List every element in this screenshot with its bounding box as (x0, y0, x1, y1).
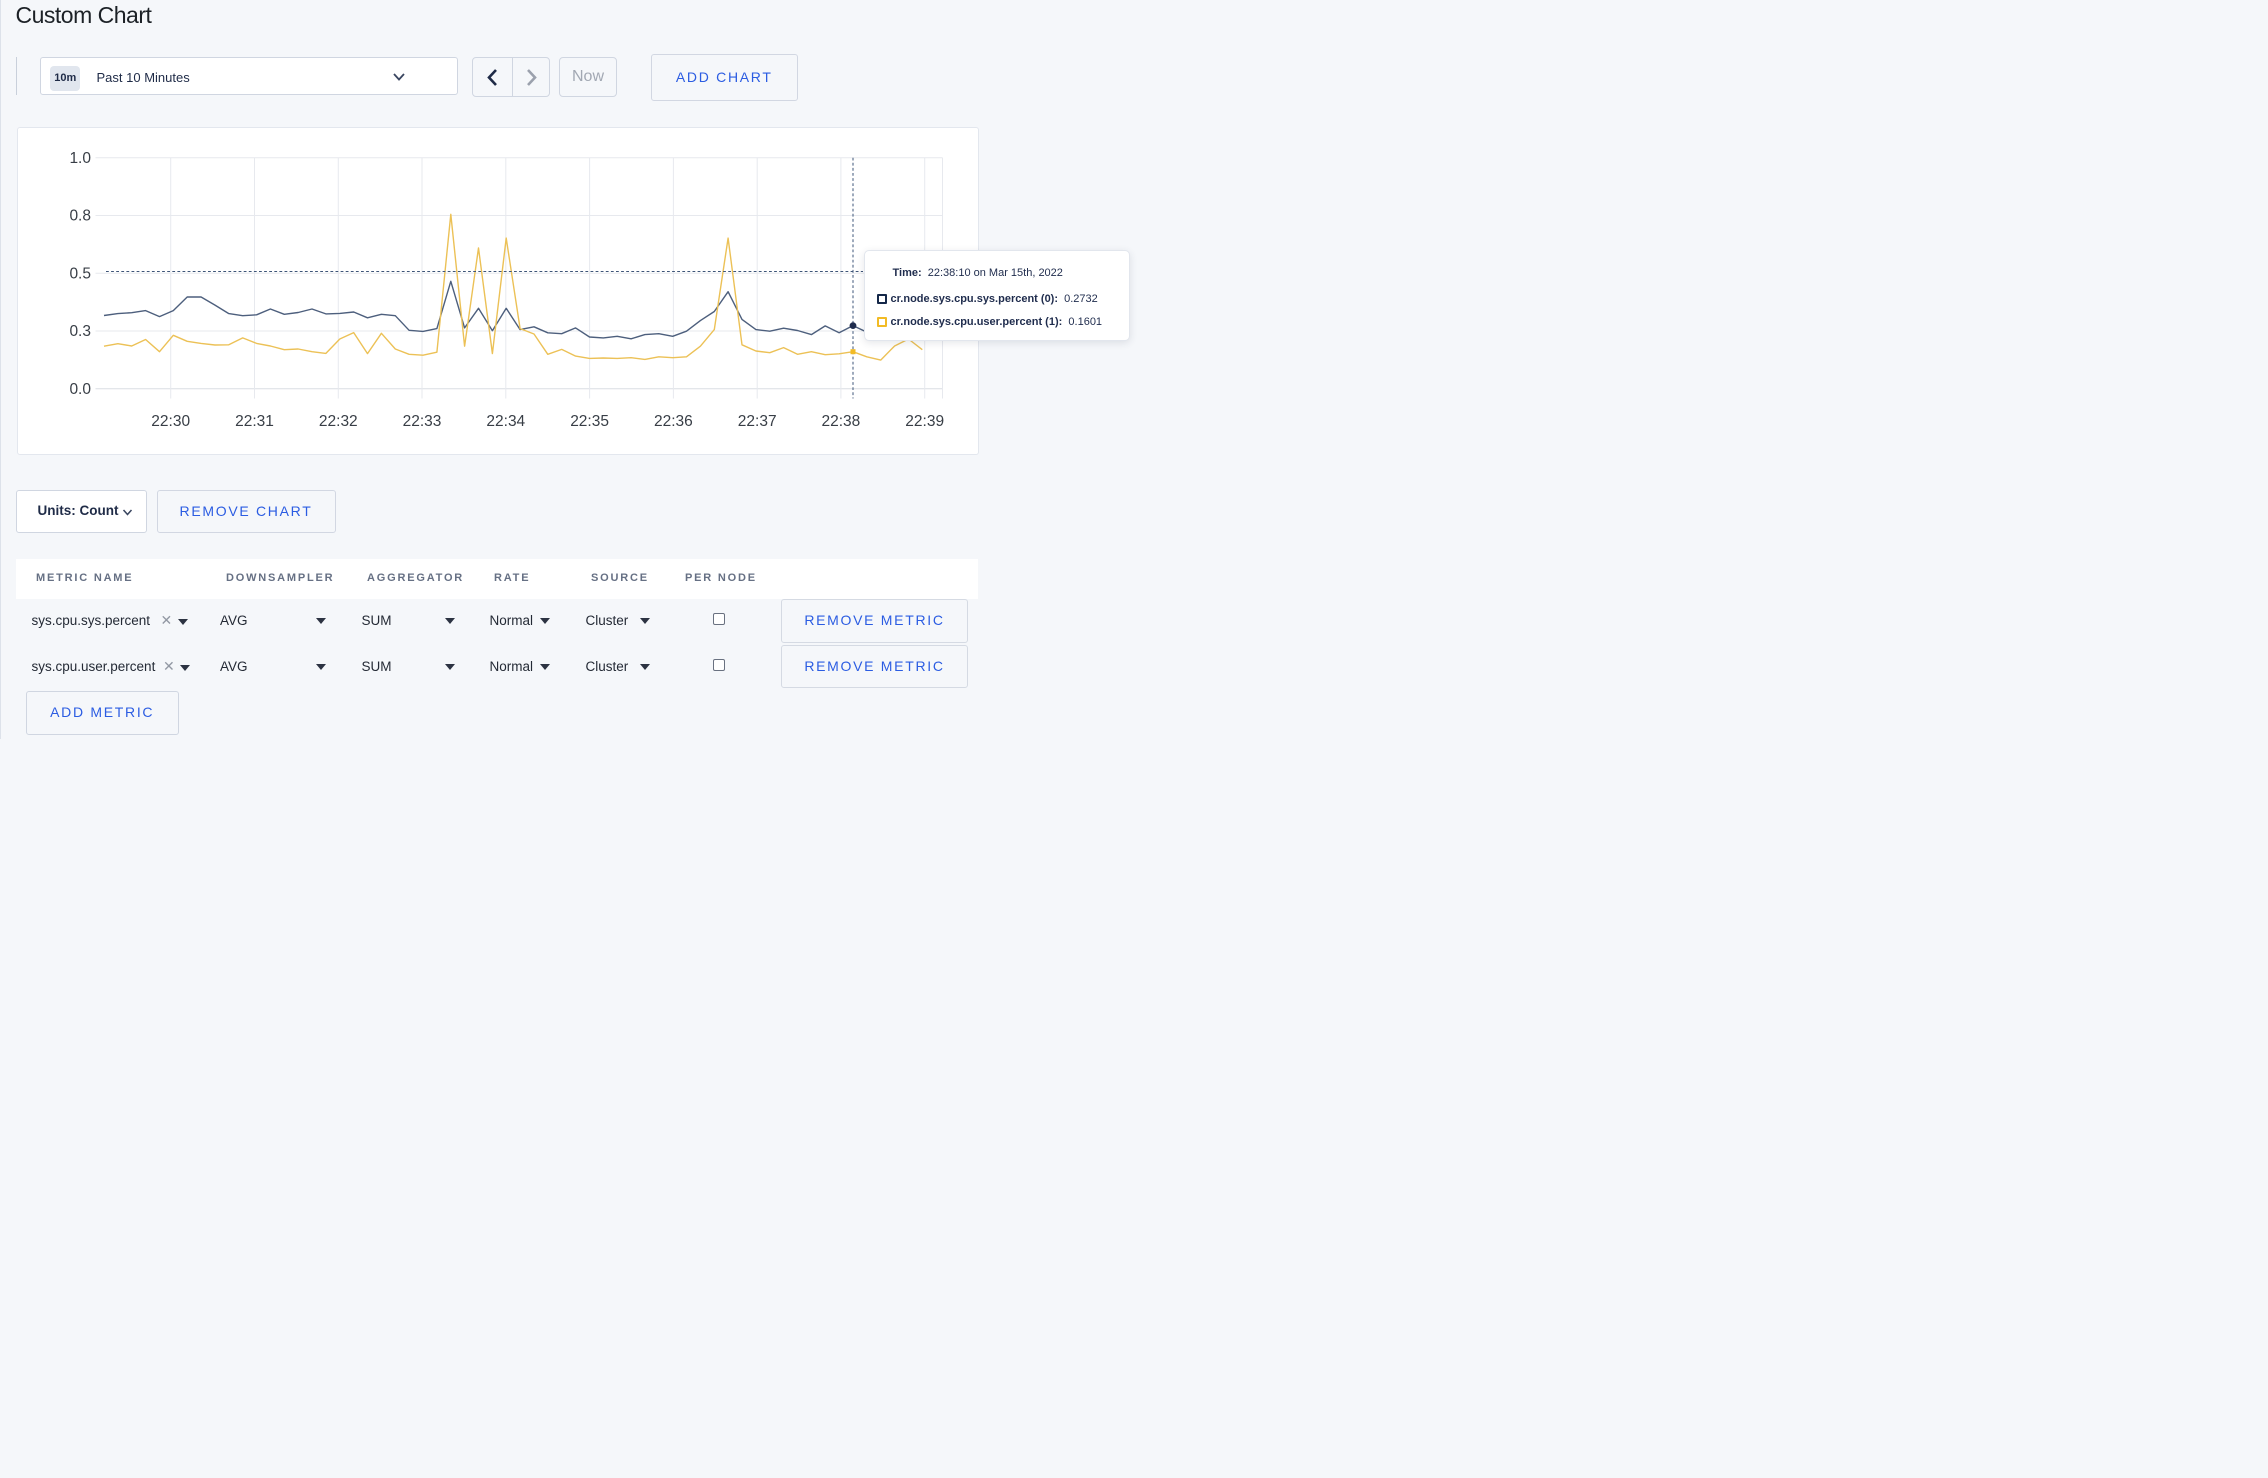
svg-text:22:38: 22:38 (822, 413, 861, 430)
svg-text:22:34: 22:34 (486, 413, 525, 430)
svg-text:22:30: 22:30 (151, 413, 190, 430)
svg-text:22:35: 22:35 (570, 413, 609, 430)
svg-text:22:32: 22:32 (319, 413, 358, 430)
svg-text:22:31: 22:31 (235, 413, 274, 430)
svg-text:22:39: 22:39 (905, 413, 944, 430)
svg-text:1.0: 1.0 (69, 150, 91, 167)
svg-text:22:33: 22:33 (403, 413, 442, 430)
svg-text:0.0: 0.0 (69, 381, 91, 398)
svg-text:22:37: 22:37 (738, 413, 777, 430)
svg-text:0.3: 0.3 (69, 323, 91, 340)
svg-text:0.8: 0.8 (69, 208, 91, 225)
svg-text:0.5: 0.5 (69, 266, 91, 283)
svg-text:22:36: 22:36 (654, 413, 693, 430)
